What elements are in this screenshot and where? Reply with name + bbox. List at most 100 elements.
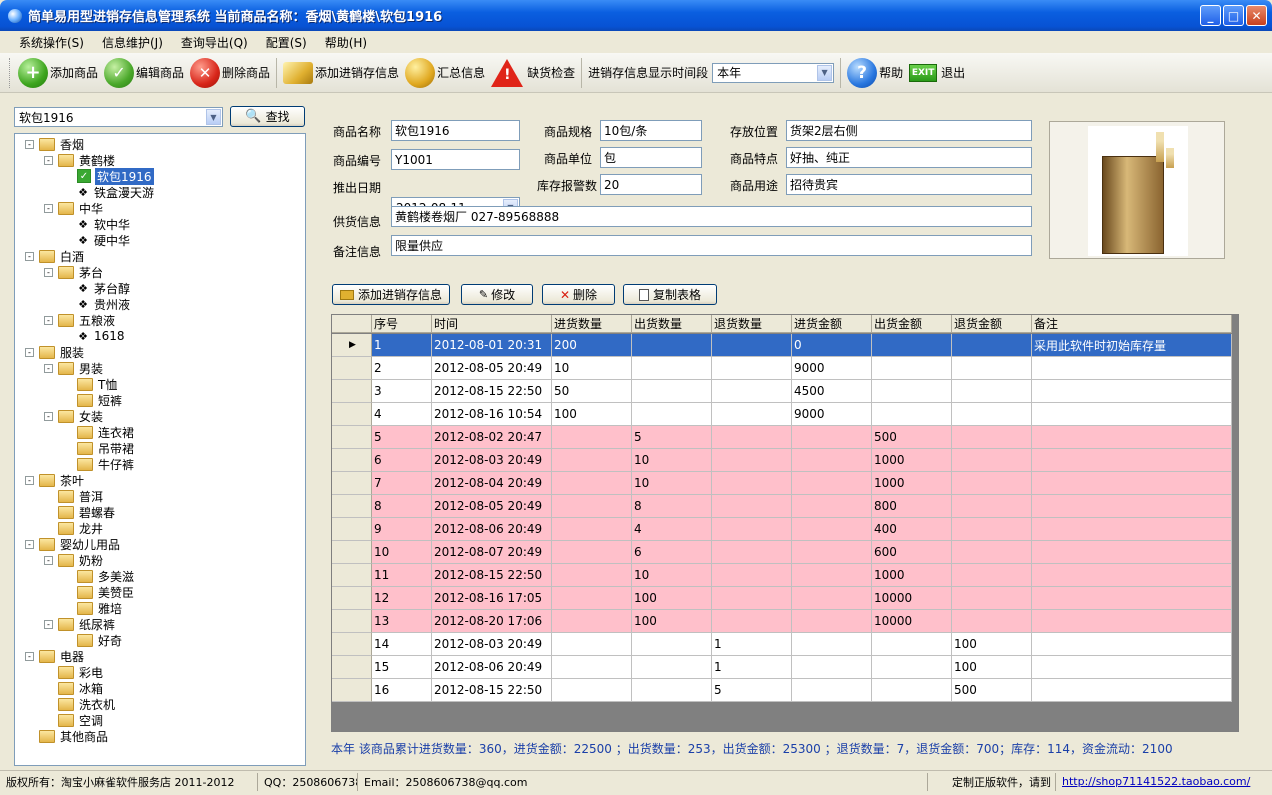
table-cell[interactable]: 500	[952, 679, 1032, 702]
table-cell[interactable]	[792, 587, 872, 610]
find-button[interactable]: 🔍 查找	[230, 106, 305, 127]
table-cell[interactable]	[792, 679, 872, 702]
table-cell[interactable]	[792, 564, 872, 587]
table-cell[interactable]	[952, 426, 1032, 449]
product-image[interactable]	[1049, 121, 1225, 259]
maximize-button[interactable]: □	[1223, 5, 1244, 26]
tree-node[interactable]: 短裤	[63, 392, 122, 408]
table-cell[interactable]	[1032, 587, 1232, 610]
menu-system[interactable]: 系统操作(S)	[10, 34, 93, 51]
tree-node[interactable]: 吊带裙	[63, 440, 134, 456]
tree-node[interactable]: 雅培	[63, 600, 122, 616]
table-cell[interactable]: 3	[372, 380, 432, 403]
table-cell[interactable]: 1	[712, 656, 792, 679]
row-header[interactable]	[332, 541, 372, 564]
table-cell[interactable]: 500	[872, 426, 952, 449]
table-cell[interactable]: 2012-08-01 20:31	[432, 334, 552, 357]
table-cell[interactable]	[552, 518, 632, 541]
table-cell[interactable]: 2012-08-02 20:47	[432, 426, 552, 449]
tree-node[interactable]: 冰箱	[44, 680, 103, 696]
table-cell[interactable]: 400	[872, 518, 952, 541]
period-select[interactable]: 本年 ▼	[712, 62, 835, 83]
table-cell[interactable]	[952, 587, 1032, 610]
inventory-records-grid[interactable]: 序号 时间 进货数量 出货数量 退货数量 进货金额 出货金额 退货金额 备注 ▶ 1 2012-08-…	[331, 314, 1239, 732]
table-cell[interactable]: 5	[632, 426, 712, 449]
menu-help[interactable]: 帮助(H)	[316, 34, 376, 51]
table-cell[interactable]: 2012-08-15 22:50	[432, 564, 552, 587]
delete-product-button[interactable]: ✕ 删除商品	[187, 56, 273, 90]
tree-node[interactable]: ❖ 1618	[63, 328, 124, 344]
copy-table-button[interactable]: 复制表格	[623, 284, 717, 305]
table-cell[interactable]	[872, 656, 952, 679]
tree-node[interactable]: - 服装	[25, 344, 84, 360]
table-cell[interactable]: 1000	[872, 564, 952, 587]
stock-alarm-field[interactable]: 20	[600, 174, 702, 195]
table-cell[interactable]	[712, 564, 792, 587]
table-row[interactable]: 15 2012-08-06 20:49 1 100	[332, 656, 1232, 679]
table-cell[interactable]	[872, 357, 952, 380]
table-cell[interactable]: 5	[372, 426, 432, 449]
table-cell[interactable]	[552, 633, 632, 656]
tree-node[interactable]: - 白酒	[25, 248, 84, 264]
row-header[interactable]	[332, 610, 372, 633]
table-cell[interactable]	[792, 656, 872, 679]
table-row[interactable]: 5 2012-08-02 20:47 5 500	[332, 426, 1232, 449]
table-cell[interactable]	[552, 587, 632, 610]
table-cell[interactable]: 1000	[872, 449, 952, 472]
tree-node[interactable]: - 茶叶	[25, 472, 84, 488]
table-cell[interactable]	[712, 334, 792, 357]
collapse-toggle-icon[interactable]: -	[44, 555, 53, 565]
table-cell[interactable]	[1032, 357, 1232, 380]
table-cell[interactable]	[952, 380, 1032, 403]
table-row[interactable]: 6 2012-08-03 20:49 10 1000	[332, 449, 1232, 472]
spec-field[interactable]: 10包/条	[600, 120, 702, 141]
table-cell[interactable]: 2012-08-15 22:50	[432, 679, 552, 702]
column-header[interactable]: 进货数量	[552, 315, 632, 333]
table-cell[interactable]: 6	[372, 449, 432, 472]
table-cell[interactable]	[712, 495, 792, 518]
row-header[interactable]: ▶	[332, 334, 372, 357]
collapse-toggle-icon[interactable]: -	[25, 347, 34, 357]
tree-node[interactable]: 空调	[44, 712, 103, 728]
table-cell[interactable]	[1032, 495, 1232, 518]
table-cell[interactable]	[1032, 564, 1232, 587]
table-row[interactable]: 2 2012-08-05 20:49 10 9000	[332, 357, 1232, 380]
table-cell[interactable]	[712, 357, 792, 380]
table-cell[interactable]: 10000	[872, 587, 952, 610]
table-cell[interactable]	[552, 426, 632, 449]
table-cell[interactable]: 1000	[872, 472, 952, 495]
tree-node[interactable]: T恤	[63, 376, 117, 392]
table-cell[interactable]: 5	[712, 679, 792, 702]
table-cell[interactable]	[1032, 610, 1232, 633]
add-inventory-record-button[interactable]: 添加进销存信息	[280, 56, 402, 90]
table-cell[interactable]	[952, 518, 1032, 541]
tree-node[interactable]: - 婴幼儿用品	[25, 536, 120, 552]
row-header[interactable]	[332, 564, 372, 587]
table-cell[interactable]	[712, 472, 792, 495]
table-cell[interactable]	[952, 472, 1032, 495]
table-cell[interactable]	[792, 495, 872, 518]
table-cell[interactable]: 100	[952, 656, 1032, 679]
collapse-toggle-icon[interactable]: -	[44, 155, 53, 165]
table-cell[interactable]	[552, 679, 632, 702]
table-cell[interactable]	[1032, 679, 1232, 702]
table-cell[interactable]	[1032, 426, 1232, 449]
table-cell[interactable]: 100	[552, 403, 632, 426]
table-cell[interactable]	[952, 564, 1032, 587]
table-cell[interactable]	[792, 610, 872, 633]
table-cell[interactable]	[712, 426, 792, 449]
table-cell[interactable]	[792, 449, 872, 472]
tree-node[interactable]: - 茅台	[44, 264, 103, 280]
table-row[interactable]: 10 2012-08-07 20:49 6 600	[332, 541, 1232, 564]
table-cell[interactable]	[712, 541, 792, 564]
table-cell[interactable]: 9000	[792, 357, 872, 380]
tree-node[interactable]: - 黄鹤楼	[44, 152, 115, 168]
table-cell[interactable]	[1032, 633, 1232, 656]
tree-node[interactable]: 牛仔裤	[63, 456, 134, 472]
table-cell[interactable]: 2012-08-06 20:49	[432, 518, 552, 541]
table-cell[interactable]	[632, 403, 712, 426]
table-cell[interactable]: 10	[632, 564, 712, 587]
column-header[interactable]: 时间	[432, 315, 552, 333]
table-cell[interactable]: 4	[372, 403, 432, 426]
table-cell[interactable]: 100	[632, 610, 712, 633]
